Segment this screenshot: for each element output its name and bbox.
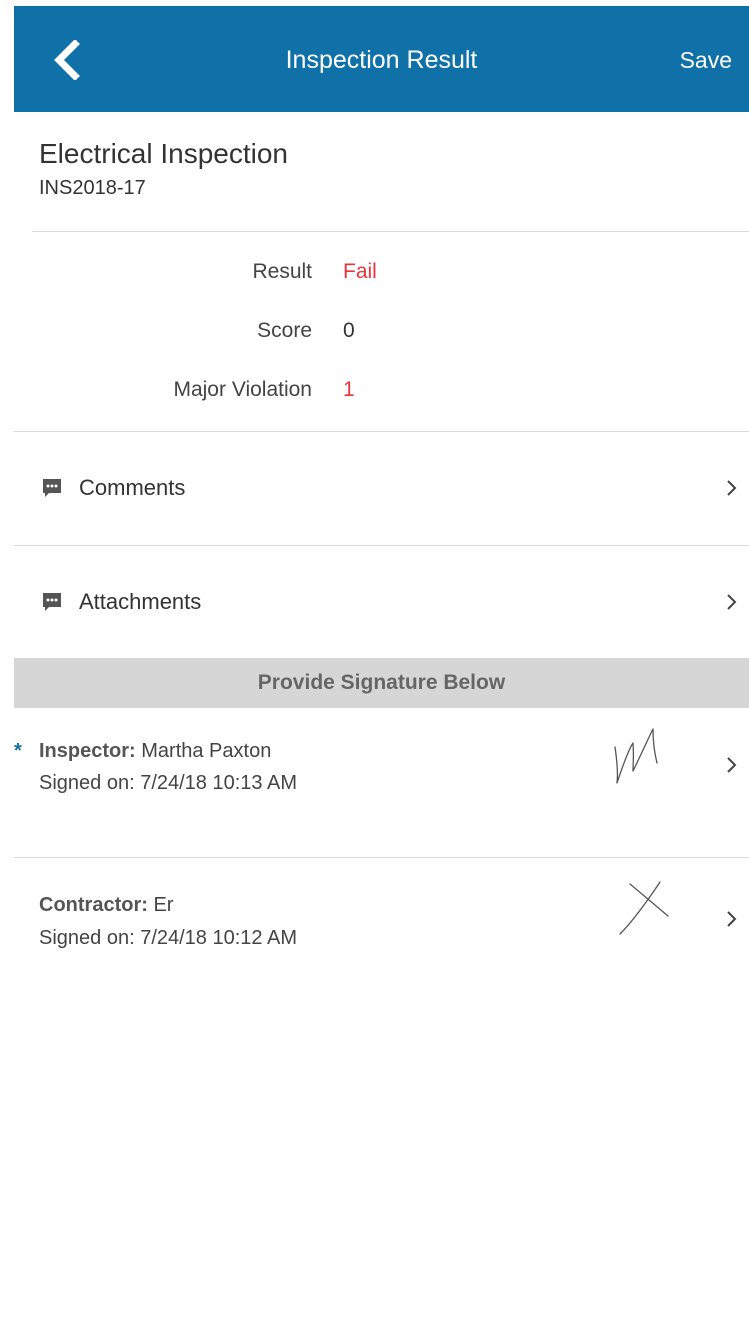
chevron-right-icon [727,594,737,610]
inspection-result-screen: Inspection Result Save Electrical Inspec… [0,0,749,1337]
major-violation-row: Major Violation 1 [7,372,742,408]
page-title: Inspection Result [285,46,478,74]
chevron-right-icon [727,757,737,773]
chevron-right-icon [727,911,737,927]
inspector-signature-image [614,728,658,784]
contractor-name-line: Contractor: Er [39,891,173,919]
contractor-name: Er [153,894,174,916]
inspector-role-label: Inspector: [39,740,136,762]
save-button[interactable]: Save [680,44,732,76]
inspector-signed-on: Signed on: 7/24/18 10:13 AM [39,772,297,794]
inspector-name-line: Inspector: Martha Paxton [39,737,271,765]
comments-row[interactable]: Comments [14,432,749,545]
comment-icon [43,479,61,497]
major-violation-value: 1 [343,378,355,401]
signature-section-header: Provide Signature Below [14,658,749,708]
inspection-title-block: Electrical Inspection INS2018-17 [39,136,288,202]
attachments-label: Attachments [79,589,202,614]
contractor-role-label: Contractor: [39,894,148,916]
inspection-type: Electrical Inspection [39,138,289,169]
result-row: Result Fail [7,254,742,290]
comment-icon [43,593,61,611]
score-label: Score [257,319,312,342]
contractor-signature-image [619,881,669,935]
result-value: Fail [343,260,377,283]
chevron-right-icon [727,480,737,496]
comments-label: Comments [79,475,186,500]
app-header: Inspection Result Save [14,6,749,112]
required-mark: * [14,740,22,762]
contractor-signed-on: Signed on: 7/24/18 10:12 AM [39,927,297,949]
inspector-signature-row[interactable]: * Inspector: Martha Paxton Signed on: 7/… [14,709,749,857]
result-label: Result [252,260,312,283]
inspection-id: INS2018-17 [39,177,146,199]
score-value: 0 [343,319,355,342]
inspector-name: Martha Paxton [141,740,272,762]
divider [32,231,749,232]
score-row: Score 0 [7,313,742,349]
attachments-row[interactable]: Attachments [14,546,749,659]
major-violation-label: Major Violation [173,378,312,401]
contractor-signature-row[interactable]: Contractor: Er Signed on: 7/24/18 10:12 … [14,858,749,1006]
